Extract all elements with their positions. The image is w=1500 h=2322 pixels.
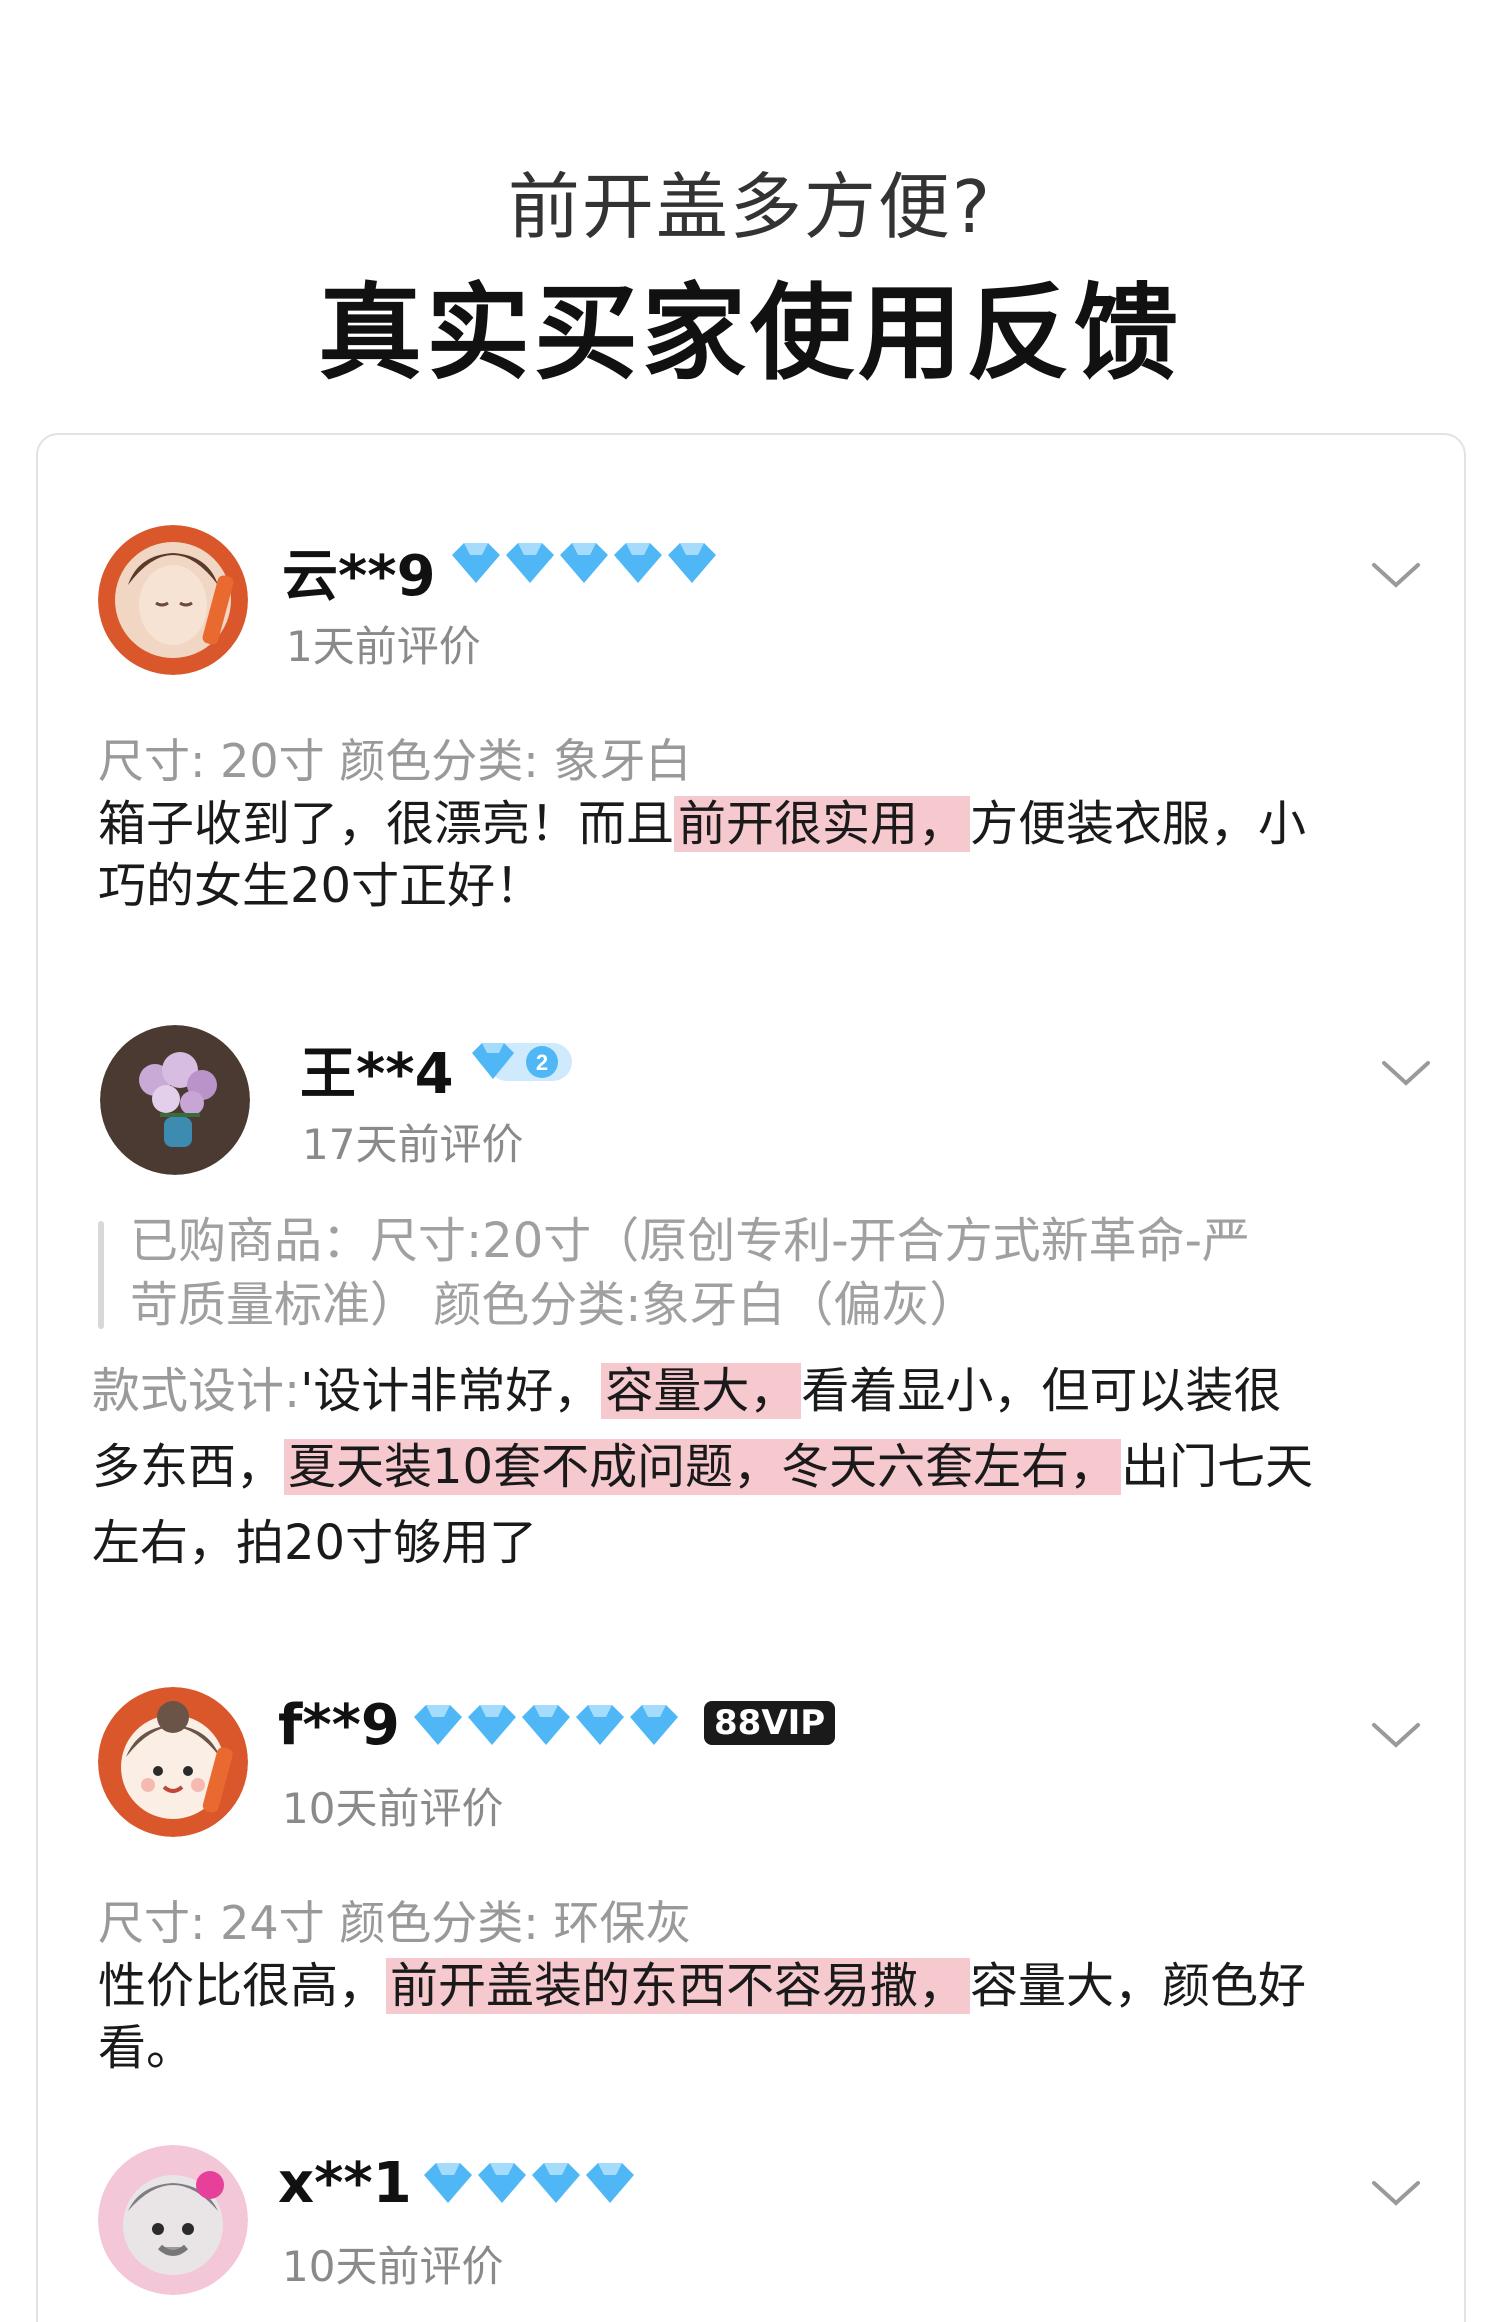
purchased-info: 已购商品：尺寸:20寸（原创专利-开合方式新革命-严 苛质量标准） 颜色分类:象… bbox=[130, 1213, 1250, 1333]
quote-bar bbox=[98, 1221, 104, 1329]
chevron-down-icon[interactable] bbox=[1366, 555, 1426, 595]
review-time: 17天前评价 bbox=[302, 1120, 524, 1169]
vip-badge: 88VIP bbox=[704, 1701, 836, 1745]
page-title: 真实买家使用反馈 bbox=[317, 272, 1182, 394]
reviews-card: 云**9 1天前评价 尺寸: 20寸 颜色分类: 象牙白 箱子收到了，很漂亮！而… bbox=[36, 433, 1466, 2322]
page-subtitle: 前开盖多方便? bbox=[507, 165, 993, 249]
avatar[interactable] bbox=[98, 1687, 248, 1837]
diamond-badges bbox=[410, 1699, 680, 1755]
review-text: 箱子收到了，很漂亮！而且前开很实用，方便装衣服，小 巧的女生20寸正好！ bbox=[98, 796, 1307, 914]
reviewer-name[interactable]: x**1 bbox=[278, 2151, 412, 2216]
highlight: 容量大， bbox=[601, 1363, 802, 1419]
review-time: 1天前评价 bbox=[286, 622, 481, 671]
avatar[interactable] bbox=[98, 2145, 248, 2295]
review-time: 10天前评价 bbox=[282, 1784, 504, 1833]
avatar[interactable] bbox=[98, 525, 248, 675]
chevron-down-icon[interactable] bbox=[1366, 2173, 1426, 2213]
avatar[interactable] bbox=[100, 1025, 250, 1175]
highlight: 前开很实用， bbox=[674, 796, 971, 852]
highlight: 前开盖装的东西不容易撒， bbox=[386, 1958, 971, 2014]
diamond-badges bbox=[420, 2157, 636, 2213]
review-sku: 尺寸: 24寸 颜色分类: 环保灰 bbox=[98, 1896, 692, 1950]
page-header: 前开盖多方便? 真实买家使用反馈 bbox=[0, 0, 1500, 420]
review-time: 10天前评价 bbox=[282, 2242, 504, 2291]
diamond-badges bbox=[448, 537, 718, 593]
reviewer-name[interactable]: f**9 bbox=[278, 1693, 400, 1758]
review-text: 性价比很高，前开盖装的东西不容易撒，容量大，颜色好 看。 bbox=[98, 1958, 1307, 2076]
highlight: 夏天装10套不成问题，冬天六套左右， bbox=[284, 1439, 1122, 1495]
chevron-down-icon[interactable] bbox=[1376, 1053, 1436, 1093]
reviewer-name[interactable]: 王**4 bbox=[300, 1029, 454, 1110]
chevron-down-icon[interactable] bbox=[1366, 1715, 1426, 1755]
review-sku: 尺寸: 20寸 颜色分类: 象牙白 bbox=[98, 734, 692, 788]
svg-text:2: 2 bbox=[536, 1050, 548, 1075]
reviewer-name[interactable]: 云**9 bbox=[282, 531, 436, 612]
level-badge: 2 bbox=[468, 1037, 578, 1087]
review-text: 款式设计:'设计非常好，容量大，看着显小，但可以装很 多东西，夏天装10套不成问… bbox=[92, 1363, 1314, 1571]
